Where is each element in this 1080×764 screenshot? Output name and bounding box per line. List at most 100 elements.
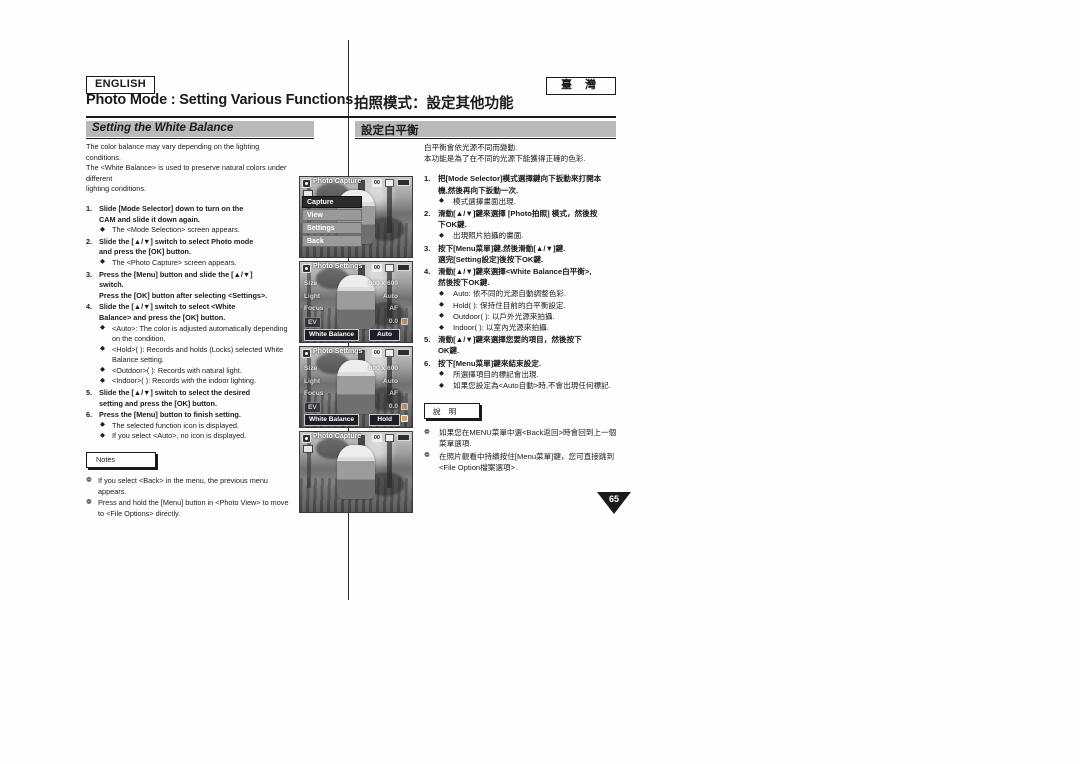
- menu-item-capture[interactable]: Capture: [302, 196, 362, 208]
- lcd-title: Photo Settings: [313, 348, 363, 355]
- camera-mode-icon: [302, 348, 311, 358]
- step-line: Press the [Menu] button to finish settin…: [99, 410, 241, 420]
- english-notes-list: ❁ If you select <Back> in the menu, the p…: [86, 476, 291, 519]
- settings-row-white-balance[interactable]: White Balance Auto: [302, 328, 410, 341]
- lcd-screenshot-stack: 3Photo Capture00CaptureViewSettingsBack4…: [299, 176, 413, 516]
- settings-row-label: White Balance: [304, 413, 360, 426]
- header-rule: [86, 116, 616, 118]
- menu-item-back[interactable]: Back: [302, 235, 362, 247]
- section-title-chinese: 設定白平衡: [361, 125, 419, 137]
- section-underline-english: [86, 138, 314, 139]
- step-bullet: ◆ <Indoor>( ): Records with the indoor li…: [100, 376, 256, 386]
- step-bullet-list: ◆ 模式選擇畫面出現.: [438, 196, 620, 207]
- step-line: 選完[Setting設定]後按下OK鍵.: [438, 254, 544, 264]
- step-item: 3. 按下[Menu菜單]鍵,然後滑動[▲/▼]鍵. 選完[Setting設定]後按…: [424, 243, 620, 265]
- lcd-status-bar: Photo Capture 00: [300, 432, 412, 444]
- diamond-bullet-icon: ◆: [100, 431, 105, 439]
- step-item: 6. 按下[Menu菜單]鍵來結束設定. ◆ 所選擇項目的標記會出現. ◆ 如果您設定為<…: [424, 358, 620, 392]
- step-bullet: ◆ <Hold>( ): Records and holds (Locks) se…: [100, 344, 284, 365]
- settings-row-ev[interactable]: EV 0.0: [302, 316, 410, 328]
- step-bullet: ◆ The <Mode Selection> screen appears.: [100, 225, 240, 235]
- diamond-bullet-icon: ◆: [439, 301, 444, 309]
- step-line: switch.: [99, 280, 124, 290]
- notes-label-chinese: 說 明: [433, 407, 460, 417]
- camera-mode-icon: [302, 263, 311, 273]
- step-number: 6.: [424, 358, 431, 368]
- camera-mode-icon: [302, 178, 311, 188]
- settings-row-value: Auto: [382, 377, 398, 385]
- lcd-screenshot-3: 3Photo Capture00CaptureViewSettingsBack: [299, 176, 413, 258]
- lcd-screenshot-6: 6Photo Capture00: [299, 431, 413, 513]
- note-item: ❁ 如果您在MENU菜單中選<Back返回>時會回到上一個菜單選項.: [424, 428, 617, 449]
- settings-row-value: 0.0: [388, 402, 398, 410]
- step-number: 4.: [424, 267, 431, 277]
- settings-row-value: Auto: [382, 292, 398, 300]
- memory-card-icon: [385, 348, 394, 357]
- diamond-bullet-icon: ◆: [100, 421, 105, 429]
- note-item: ❁ Press and hold the [Menu] button in <Ph…: [86, 498, 289, 518]
- settings-row-size[interactable]: Size 800 x 600: [302, 363, 410, 375]
- chinese-intro: 白平衡會依光源不同而變動. 本功能是為了在不同的光源下能獲得正確的色彩.: [424, 142, 620, 164]
- diamond-bullet-icon: ◆: [100, 366, 105, 374]
- settings-row-value: 800 x 600: [368, 365, 398, 372]
- step-line: Balance> and press the [OK] button.: [99, 312, 226, 322]
- menu-item-view[interactable]: View: [302, 209, 362, 221]
- settings-row-label: Focus: [304, 305, 324, 312]
- settings-row-light[interactable]: Light Auto: [302, 376, 410, 388]
- page-title-english: Photo Mode : Setting Various Functions: [86, 92, 354, 108]
- diamond-bullet-icon: ◆: [100, 324, 105, 331]
- diamond-bullet-icon: ◆: [439, 323, 444, 331]
- step-line: 然後按下OK鍵.: [438, 278, 490, 288]
- step-number: 3.: [424, 243, 431, 253]
- section-bar-english: Setting the White Balance: [86, 121, 314, 137]
- step-item: 5. Slide the [▲/▼] switch to select the d…: [86, 388, 291, 409]
- note-item: ❁ If you select <Back> in the menu, the p…: [86, 476, 268, 496]
- lcd-status-bar: Photo Settings 00: [300, 262, 412, 274]
- page-title-chinese: 拍照模式：設定其他功能: [354, 96, 514, 112]
- diamond-bullet-icon: ◆: [100, 225, 105, 233]
- step-number: 2.: [86, 236, 93, 246]
- lcd-settings-list: Size 800 x 600 Light Auto Focus AF EV 0.0 White …: [302, 363, 410, 426]
- section-underline-chinese: [355, 138, 616, 139]
- step-line: Slide [Mode Selector] down to turn on th…: [99, 203, 244, 213]
- settings-row-value: 800 x 600: [368, 280, 398, 287]
- settings-row-label: Light: [304, 292, 321, 300]
- step-number: 5.: [424, 335, 431, 345]
- settings-row-value: Hold: [369, 413, 400, 426]
- step-bullet: ◆ <Outdoor>( ): Records with natural ligh…: [100, 365, 242, 375]
- lcd-title: Photo Capture: [313, 178, 362, 185]
- settings-row-ev[interactable]: EV 0.0: [302, 401, 410, 413]
- notes-box-zh-shadow-right: [479, 405, 482, 422]
- intro-line: The <White Balance> is used to preserve …: [86, 163, 287, 183]
- section-bar-chinese: 設定白平衡: [355, 121, 616, 137]
- clover-bullet-icon: ❁: [424, 428, 430, 436]
- settings-row-light[interactable]: Light Auto: [302, 291, 410, 303]
- settings-row-white-balance[interactable]: White Balance Hold: [302, 413, 410, 426]
- english-intro: The color balance may vary depending on …: [86, 142, 291, 195]
- settings-row-focus[interactable]: Focus AF: [302, 303, 410, 315]
- step-item: 2. Slide the [▲/▼] switch to select Photo…: [86, 237, 291, 269]
- intro-line: 本功能是為了在不同的光源下能獲得正確的色彩.: [424, 154, 586, 164]
- lcd-menu-list: Capture View Settings Back: [302, 196, 362, 248]
- diamond-bullet-icon: ◆: [100, 258, 105, 266]
- lcd-settings-list: Size 800 x 600 Light Auto Focus AF EV 0.0 White …: [302, 278, 410, 341]
- battery-icon: [397, 179, 410, 186]
- memory-card-icon: [385, 433, 394, 442]
- step-bullet-list: ◆ The <Photo Capture> screen appears.: [99, 258, 291, 269]
- settings-row-size[interactable]: Size 800 x 600: [302, 278, 410, 290]
- step-bullet: ◆ If you select <Auto>, no icon is displa…: [100, 431, 247, 441]
- step-bullet: ◆ 出現照片拍攝的畫面.: [439, 231, 524, 241]
- step-item: 6. Press the [Menu] button to finish sett…: [86, 410, 291, 442]
- intro-line: 白平衡會依光源不同而變動.: [424, 143, 518, 152]
- settings-row-focus[interactable]: Focus AF: [302, 388, 410, 400]
- menu-item-settings[interactable]: Settings: [302, 222, 362, 234]
- battery-icon: [397, 349, 410, 356]
- step-line: 滑動[▲/▼]鍵來選擇您要的項目，然後按下: [438, 335, 582, 345]
- step-bullet: ◆ 所選擇項目的標記會出現.: [439, 369, 539, 379]
- step-number: 6.: [86, 410, 93, 420]
- diamond-bullet-icon: ◆: [100, 376, 105, 384]
- settings-row-label: Focus: [304, 390, 324, 397]
- step-bullet: ◆ The <Photo Capture> screen appears.: [100, 257, 237, 267]
- step-bullet-list: ◆ The selected function icon is displayed…: [99, 421, 291, 442]
- note-item: ❁ 在照片觀看中持續按住[Menu菜單]鍵，您可直接跳到<File Option檔…: [424, 451, 615, 472]
